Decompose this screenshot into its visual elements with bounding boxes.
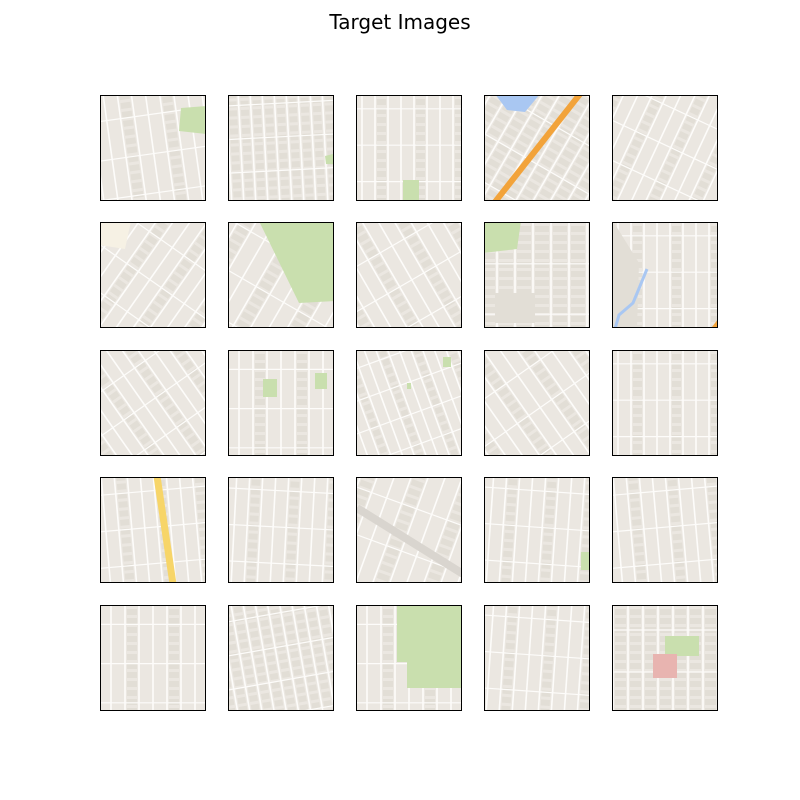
- target-image-r1-c2: [228, 95, 334, 201]
- map-tile-image: [613, 96, 717, 200]
- target-image-r2-c2: [228, 222, 334, 328]
- figure-title: Target Images: [329, 10, 471, 34]
- target-image-r3-c2: [228, 350, 334, 456]
- target-image-r2-c3: [356, 222, 462, 328]
- target-image-r3-c4: [484, 350, 590, 456]
- target-image-r1-c3: [356, 95, 462, 201]
- map-tile-image: [357, 351, 461, 455]
- map-tile-image: [101, 478, 205, 582]
- target-image-r5-c2: [228, 605, 334, 711]
- map-tile-image: [613, 606, 717, 710]
- map-tile-image: [613, 351, 717, 455]
- target-image-r4-c5: [612, 477, 718, 583]
- target-image-r2-c5: [612, 222, 718, 328]
- target-image-r4-c4: [484, 477, 590, 583]
- map-tile-image: [101, 606, 205, 710]
- target-image-r3-c3: [356, 350, 462, 456]
- map-tile-image: [357, 223, 461, 327]
- map-tile-image: [485, 351, 589, 455]
- target-image-r5-c4: [484, 605, 590, 711]
- target-image-r4-c3: [356, 477, 462, 583]
- map-tile-image: [485, 96, 589, 200]
- map-tile-image: [357, 606, 461, 710]
- map-tile-image: [229, 96, 333, 200]
- target-image-r5-c5: [612, 605, 718, 711]
- map-tile-image: [357, 478, 461, 582]
- target-image-r3-c1: [100, 350, 206, 456]
- map-tile-image: [357, 96, 461, 200]
- map-tile-image: [229, 478, 333, 582]
- map-tile-image: [101, 351, 205, 455]
- map-tile-image: [613, 478, 717, 582]
- target-image-r5-c3: [356, 605, 462, 711]
- target-image-r1-c4: [484, 95, 590, 201]
- target-image-r1-c1: [100, 95, 206, 201]
- target-image-r2-c1: [100, 222, 206, 328]
- map-tile-image: [613, 223, 717, 327]
- map-tile-image: [485, 223, 589, 327]
- map-tile-image: [485, 478, 589, 582]
- target-image-r4-c2: [228, 477, 334, 583]
- map-tile-image: [485, 606, 589, 710]
- target-image-r3-c5: [612, 350, 718, 456]
- map-tile-image: [229, 223, 333, 327]
- map-tile-image: [229, 351, 333, 455]
- map-tile-image: [101, 96, 205, 200]
- target-image-r4-c1: [100, 477, 206, 583]
- target-image-r1-c5: [612, 95, 718, 201]
- target-image-r5-c1: [100, 605, 206, 711]
- map-tile-image: [101, 223, 205, 327]
- map-tile-image: [229, 606, 333, 710]
- target-image-r2-c4: [484, 222, 590, 328]
